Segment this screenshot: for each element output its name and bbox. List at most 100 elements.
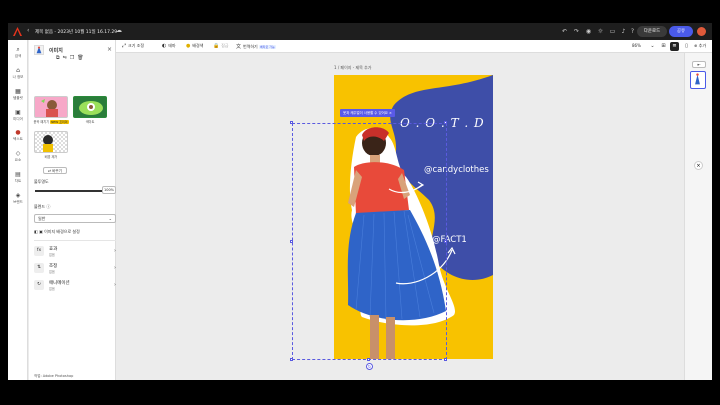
text-icon: ● [15, 129, 21, 136]
resize-handle-bottom[interactable] [367, 358, 370, 361]
rotate-icon[interactable]: ↻ [366, 363, 373, 370]
resize-handle-tl[interactable] [290, 121, 293, 124]
account-icon[interactable]: ◉ [584, 27, 593, 36]
close-icon[interactable]: × [694, 161, 703, 170]
rail-item-search[interactable]: ⌕ 검색 [8, 46, 28, 59]
rail-item-elements[interactable]: ◇ 요소 [8, 150, 28, 163]
page-thumbnail-1[interactable] [690, 71, 706, 89]
rail-item-media[interactable]: ▣ 미디어 [8, 109, 28, 122]
document-title[interactable]: 제목 없음 - 2023년 10월 11일 16.17.29 [35, 29, 117, 35]
layer-thumbnail [34, 45, 44, 55]
style-thumb-cutout[interactable] [34, 96, 68, 118]
panel-title: 이미지 [49, 48, 63, 54]
chevron-down-icon: ⌄ [108, 216, 112, 221]
blend-mode-select[interactable]: 일반 ⌄ [34, 214, 116, 223]
selection-tooltip: 옷과 캐주얼이 사용할 수 있어요 × [340, 109, 395, 117]
fx-icon: fx [34, 246, 44, 256]
rail-item-templates[interactable]: ▦ 템플릿 [8, 88, 28, 101]
theme-button[interactable]: ◐ 테마 [162, 43, 176, 49]
layers-icon[interactable]: ≣ [670, 42, 679, 51]
page-view-icon[interactable]: ▯ [682, 42, 691, 51]
pages-rail: ⇤ × [684, 53, 712, 380]
set-as-background-row[interactable]: ◧ ▣ 이미지 배경으로 설정 [34, 229, 80, 235]
resize-handle-right[interactable] [444, 240, 447, 243]
translate-icon: 文 [236, 44, 242, 50]
rail-item-brand[interactable]: ◈ 브랜드 [8, 192, 28, 205]
rail-item-text[interactable]: ● 텍스트 [8, 129, 28, 142]
zoom-level[interactable]: 86% [632, 43, 641, 48]
selection-bounding-box[interactable] [292, 123, 447, 360]
download-button[interactable]: 다운로드 [637, 26, 667, 37]
style-label-remove-bg: 배경 제거 [44, 155, 58, 159]
style-label-sticker: 색마트 [85, 120, 95, 124]
collapse-pages-button[interactable]: ⇤ [692, 61, 706, 68]
info-icon: ⓘ [46, 204, 51, 209]
resize-handle-left[interactable] [290, 240, 293, 243]
add-page-button[interactable]: ⊕ 추가 [694, 43, 706, 49]
resize-button[interactable]: ⤢ 크기 조정 [122, 43, 144, 49]
bell-icon[interactable]: ♪ [619, 27, 628, 36]
share-button[interactable]: 공유 [669, 26, 693, 37]
style-thumb-remove-bg[interactable] [34, 131, 68, 153]
left-rail: ⌕ 검색 ⌂ 나 정보 ▦ 템플릿 ▣ 미디어 ● 텍스트 ◇ 요소 ▤ 차트 ◈ 브랜드 [8, 40, 28, 380]
user-avatar[interactable] [697, 27, 706, 36]
redo-icon[interactable]: ↷ [572, 27, 581, 36]
swap-icon: ⇄ [48, 169, 52, 173]
chart-icon: ▤ [15, 171, 21, 178]
adjustments-row[interactable]: ⇅ 조정 없음 › [34, 262, 116, 276]
delete-icon[interactable]: 🗑 [77, 55, 86, 61]
flip-icon[interactable]: ⇋ [63, 55, 70, 61]
lock-button[interactable]: 🔒 잠금 [213, 43, 229, 49]
resize-icon: ⤢ [122, 43, 127, 49]
replace-button[interactable]: ⇄ 바꾸기 [43, 167, 67, 174]
background-color-button[interactable]: ● 배경색 [186, 43, 203, 49]
chevron-right-icon: › [114, 265, 116, 271]
panel-divider [34, 240, 116, 241]
blend-label: 블렌드 ⓘ [34, 204, 51, 209]
opacity-label: 불투명도 [34, 179, 49, 184]
close-icon: × [388, 111, 392, 115]
opacity-value-field[interactable]: 100% [102, 186, 116, 194]
template-icon: ▦ [15, 88, 21, 95]
app-window: ‹ 제목 없음 - 2023년 10월 11일 16.17.29 ☁ ↶ ↷ ◉… [8, 23, 712, 380]
bg-color-icon: ● [186, 43, 191, 49]
lock-icon: 🔒 [213, 43, 220, 49]
comment-icon[interactable]: ▭ [608, 27, 617, 36]
chevron-right-icon: › [114, 248, 116, 254]
crop-icon[interactable]: ⧉ [56, 55, 63, 61]
rail-item-home[interactable]: ⌂ 나 정보 [8, 67, 28, 80]
toggle-icon: ◧ [34, 229, 38, 234]
lightbulb-icon[interactable]: ☼ [596, 27, 605, 36]
canvas-toolbar: ⤢ 크기 조정 ◐ 테마 ● 배경색 🔒 잠금 文 번역하기 베타로 가능 86% ⌄ ⊞… [116, 40, 712, 53]
opacity-slider-track[interactable] [35, 190, 109, 192]
arrow-left-icon: ⇤ [697, 62, 701, 67]
resize-handle-bl[interactable] [290, 358, 293, 361]
help-icon[interactable]: ? [628, 27, 637, 36]
translate-button[interactable]: 文 번역하기 베타로 가능 [236, 43, 276, 50]
media-icon: ▣ [15, 109, 21, 116]
page-label[interactable]: 1 / 페이지 - 제목 추가 [334, 65, 371, 71]
grid-icon[interactable]: ⊞ [659, 42, 668, 51]
style-thumb-sticker[interactable] [73, 96, 107, 118]
home-icon: ⌂ [16, 67, 20, 74]
theme-icon: ◐ [162, 43, 167, 49]
search-icon: ⌕ [16, 46, 20, 53]
resize-handle-tr[interactable] [444, 121, 447, 124]
resize-handle-br[interactable] [444, 358, 447, 361]
adobe-express-logo-icon[interactable] [13, 27, 22, 36]
back-chevron-icon[interactable]: ‹ [27, 27, 29, 34]
animation-row[interactable]: ↻ 애니메이션 없음 › [34, 279, 116, 293]
chevron-right-icon: › [114, 282, 116, 288]
panel-tool-icons: ⧉⇋❐🗑 [56, 55, 87, 61]
adjust-icon: ⇅ [34, 263, 44, 273]
undo-icon[interactable]: ↶ [560, 27, 569, 36]
elements-icon: ◇ [15, 150, 21, 157]
rail-item-charts[interactable]: ▤ 차트 [8, 171, 28, 184]
image-bg-icon: ▣ [39, 229, 43, 234]
effects-row[interactable]: fx 효과 없음 › [34, 245, 116, 259]
panel-footer: 작업: Adobe Photoshop [34, 374, 74, 378]
close-icon[interactable]: × [107, 46, 112, 53]
top-bar: ‹ 제목 없음 - 2023년 10월 11일 16.17.29 ☁ ↶ ↷ ◉… [8, 23, 712, 40]
panel-header: 이미지 × [34, 45, 112, 55]
zoom-chevron-icon[interactable]: ⌄ [648, 42, 657, 51]
